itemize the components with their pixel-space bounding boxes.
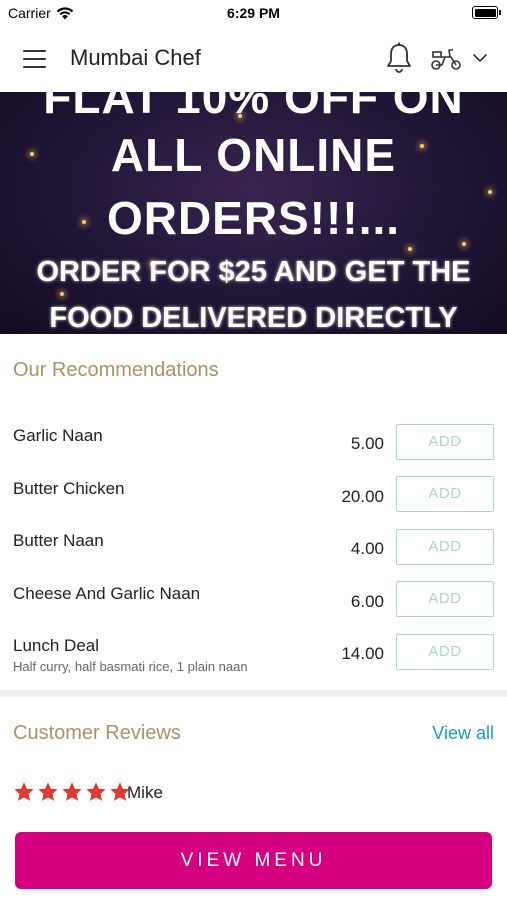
recommendations-title: Our Recommendations (13, 359, 219, 381)
star-icon (14, 782, 34, 801)
list-item: Cheese And Garlic Naan 6.00 ADD (0, 581, 507, 634)
item-price: 20.00 (341, 487, 384, 506)
item-price: 5.00 (350, 434, 384, 453)
reviewer-name: Mike (127, 783, 163, 802)
banner-headline-3: ORDERS!!!... (106, 192, 401, 244)
view-all-link[interactable]: View all (432, 723, 494, 744)
banner-headline-2: ALL ONLINE (110, 129, 397, 181)
status-time: 6:29 PM (227, 5, 280, 21)
item-price: 6.00 (350, 592, 384, 611)
item-description: Half curry, half basmati rice, 1 plain n… (13, 659, 248, 674)
banner-headline-1: FLAT 10% OFF ON (43, 92, 464, 123)
star-icon (62, 782, 82, 801)
list-item: Butter Chicken 20.00 ADD (0, 476, 507, 529)
add-button[interactable]: ADD (396, 581, 494, 617)
star-rating (13, 781, 131, 803)
menu-icon[interactable] (23, 50, 46, 68)
star-icon (86, 782, 106, 801)
app-header: Mumbai Chef (0, 26, 507, 92)
chevron-down-icon[interactable] (472, 51, 488, 65)
view-menu-button[interactable]: VIEW MENU (15, 832, 492, 889)
item-name: Lunch Deal (13, 636, 100, 655)
battery-icon (472, 6, 501, 19)
item-name: Garlic Naan (13, 426, 103, 445)
app-title: Mumbai Chef (70, 45, 201, 70)
add-button[interactable]: ADD (396, 476, 494, 512)
reviews-title: Customer Reviews (13, 722, 181, 744)
banner-subline-1: ORDER FOR $25 AND GET THE (36, 256, 471, 288)
section-divider (0, 690, 507, 697)
item-name: Butter Chicken (13, 479, 125, 498)
delivery-scooter-icon[interactable] (430, 45, 462, 71)
add-button[interactable]: ADD (396, 529, 494, 565)
item-name: Butter Naan (13, 531, 104, 550)
banner-subline-2: FOOD DELIVERED DIRECTLY (49, 302, 458, 334)
bell-icon[interactable] (385, 42, 413, 74)
add-button[interactable]: ADD (396, 634, 494, 670)
list-item: Garlic Naan 5.00 ADD (0, 424, 507, 476)
item-price: 4.00 (350, 539, 384, 558)
status-bar: Carrier 6:29 PM (0, 0, 507, 26)
item-price: 14.00 (341, 644, 384, 663)
add-button[interactable]: ADD (396, 424, 494, 460)
list-item: Butter Naan 4.00 ADD (0, 529, 507, 581)
promo-banner[interactable]: FLAT 10% OFF ON ALL ONLINE ORDERS!!!... … (0, 92, 507, 334)
item-name: Cheese And Garlic Naan (13, 584, 201, 603)
star-icon (38, 782, 58, 801)
list-item: Lunch Deal Half curry, half basmati rice… (0, 634, 507, 686)
